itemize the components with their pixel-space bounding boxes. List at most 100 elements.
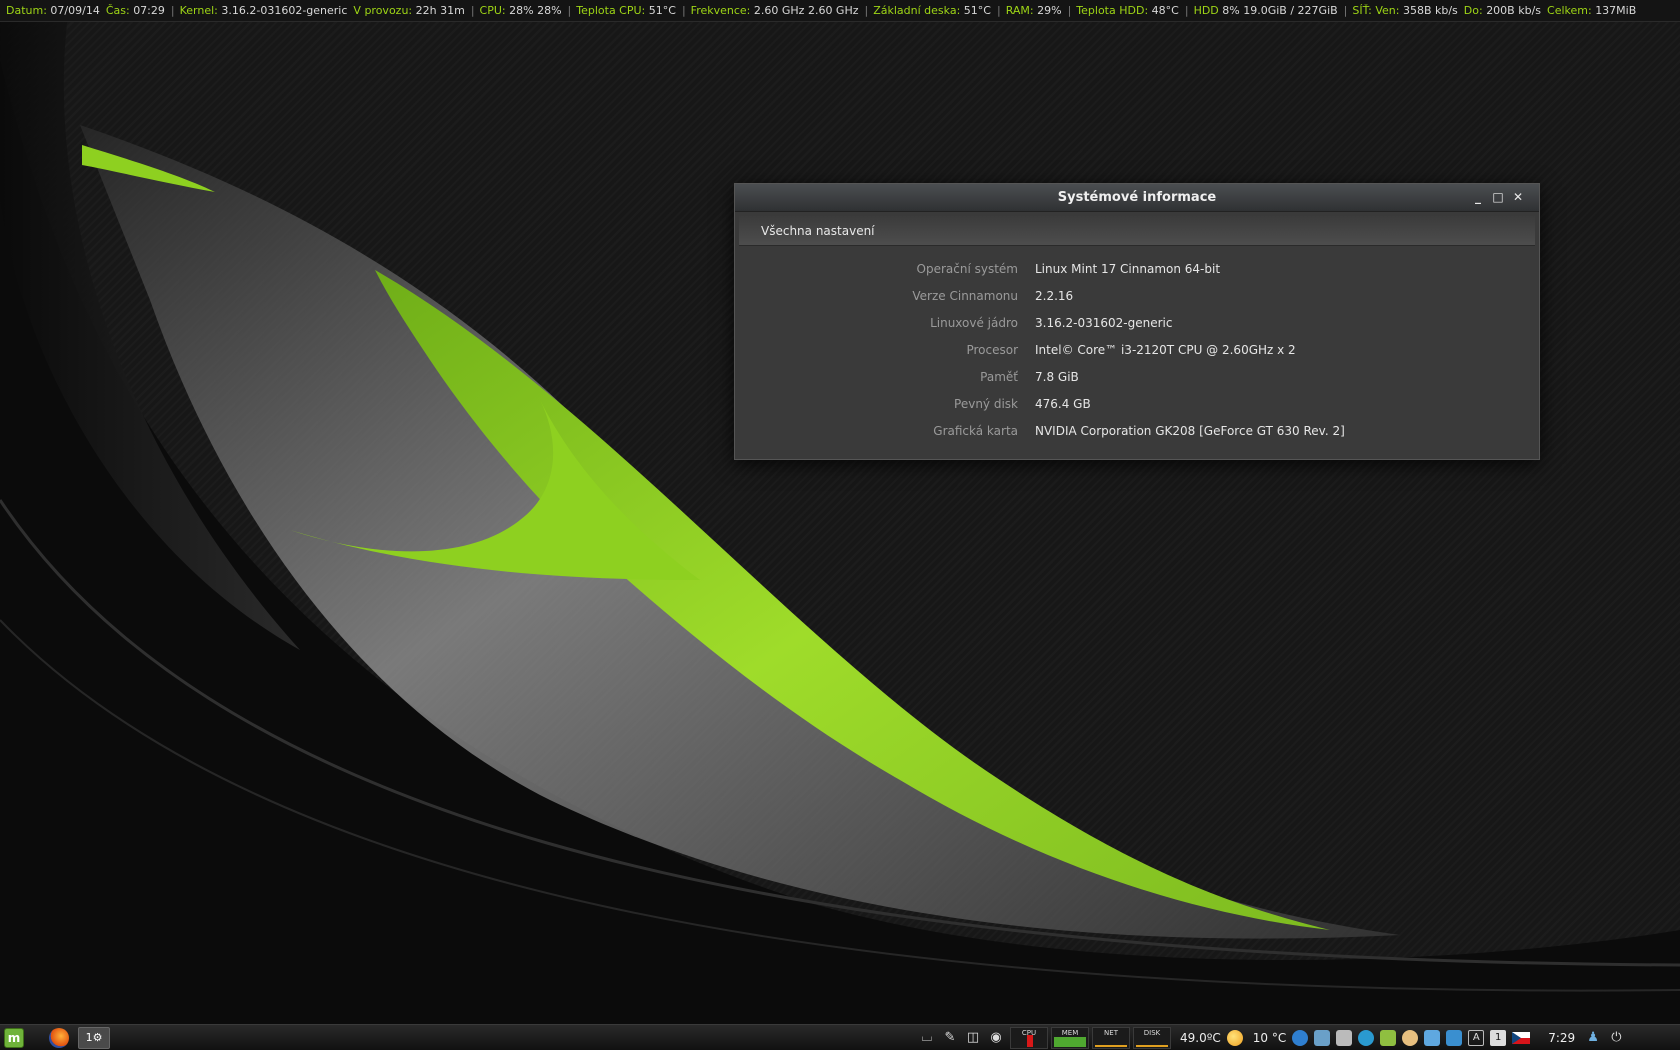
window-titlebar[interactable]: Systémové informace _ □ ✕ [735, 184, 1539, 212]
notes-icon[interactable]: ✎ [941, 1029, 959, 1047]
uptime-label: V provozu: [353, 4, 413, 17]
freq-value: 2.60 GHz 2.60 GHz [753, 4, 859, 17]
keyboard-layout-indicator[interactable]: A [1468, 1030, 1485, 1046]
separator: | [567, 4, 572, 17]
maximize-button[interactable]: □ [1491, 189, 1505, 205]
shield-icon[interactable] [1380, 1030, 1397, 1046]
hdd-value: 8% 19.0GiB / 227GiB [1222, 4, 1338, 17]
net-down-value: 200B kb/s [1486, 4, 1542, 17]
info-row-os: Operační systém Linux Mint 17 Cinnamon 6… [735, 255, 1539, 282]
task-number: 1 [85, 1030, 93, 1044]
display-icon[interactable] [1446, 1030, 1463, 1046]
info-value: 2.2.16 [1035, 288, 1074, 303]
hdd-temp-value: 48°C [1151, 4, 1179, 17]
hdd-temp-label: Teplota HDD: [1076, 4, 1149, 17]
separator: | [1343, 4, 1348, 17]
all-settings-button[interactable]: Všechna nastavení [761, 224, 875, 238]
info-row-processor: Procesor Intel© Core™ i3-2120T CPU @ 2.6… [735, 336, 1539, 363]
disc-icon[interactable]: ◉ [987, 1029, 1005, 1047]
close-button[interactable]: ✕ [1511, 189, 1525, 205]
net-graph-label: NET [1104, 1029, 1118, 1037]
ram-value: 29% [1037, 4, 1062, 17]
system-tray: ⌴ ✎ ◫ ◉ CPU MEM NET DISK 49.0ºC 10 °C A [918, 1025, 1627, 1050]
mb-value: 51°C [963, 4, 991, 17]
net-graph[interactable]: NET [1092, 1027, 1130, 1049]
kernel-value: 3.16.2-031602-generic [221, 4, 348, 17]
temperature-readout[interactable]: 49.0ºC [1180, 1031, 1221, 1045]
info-row-cinnamon: Verze Cinnamonu 2.2.16 [735, 282, 1539, 309]
info-row-kernel: Linuxové jádro 3.16.2-031602-generic [735, 309, 1539, 336]
weather-sun-icon[interactable] [1226, 1030, 1243, 1046]
cpu-value: 28% 28% [509, 4, 562, 17]
cas-label: Čas: [105, 4, 130, 17]
firefox-launcher[interactable] [46, 1027, 72, 1049]
info-value: Intel© Core™ i3-2120T CPU @ 2.60GHz x 2 [1035, 342, 1296, 357]
separator: | [996, 4, 1001, 17]
net-graph-bar [1095, 1045, 1127, 1047]
info-row-disk: Pevný disk 476.4 GB [735, 390, 1539, 417]
czech-flag-icon[interactable] [1512, 1032, 1531, 1044]
disk-graph-label: DISK [1143, 1029, 1161, 1037]
workspace-switcher[interactable]: 1 [1490, 1030, 1507, 1046]
minimize-button[interactable]: _ [1471, 189, 1485, 205]
cpu-graph-bar [1027, 1035, 1033, 1047]
info-value: Linux Mint 17 Cinnamon 64-bit [1035, 261, 1221, 276]
update-icon[interactable] [1402, 1030, 1419, 1046]
hdd-label: HDD [1193, 4, 1219, 17]
window-controls: _ □ ✕ [1471, 189, 1525, 205]
bottom-panel: m 1⚙ ⌴ ✎ ◫ ◉ CPU MEM NET DISK 49.0ºC 10 … [0, 1024, 1680, 1050]
power-icon[interactable]: ⏻ [1611, 1030, 1627, 1046]
separator: | [681, 4, 686, 17]
rss-feed-icon[interactable]: ◫ [964, 1029, 982, 1047]
panel-clock[interactable]: 7:29 [1548, 1031, 1575, 1045]
freq-label: Frekvence: [690, 4, 751, 17]
info-key: Grafická karta [933, 423, 1018, 438]
system-info-window: Systémové informace _ □ ✕ Všechna nastav… [734, 183, 1540, 460]
cpu-label: CPU: [479, 4, 506, 17]
info-key: Operační systém [916, 261, 1018, 276]
info-key: Verze Cinnamonu [912, 288, 1018, 303]
info-key: Paměť [980, 369, 1018, 384]
user-icon[interactable]: ♟ [1587, 1030, 1601, 1046]
conky-status-bar: Datum: 07/09/14 Čas: 07:29 | Kernel: 3.16… [0, 0, 1680, 22]
info-row-memory: Paměť 7.8 GiB [735, 363, 1539, 390]
disk-graph-bar [1136, 1045, 1168, 1047]
uptime-value: 22h 31m [415, 4, 465, 17]
desktop-wallpaper [0, 0, 1680, 1050]
info-value: 476.4 GB [1035, 396, 1091, 411]
info-key: Linuxové jádro [930, 315, 1018, 330]
weather-readout[interactable]: 10 °C [1253, 1031, 1286, 1045]
separator: | [1184, 4, 1189, 17]
info-list: Operační systém Linux Mint 17 Cinnamon 6… [735, 246, 1539, 444]
disk-graph[interactable]: DISK [1133, 1027, 1171, 1049]
paper-plane-icon[interactable] [1336, 1030, 1353, 1046]
mint-menu-icon[interactable]: m [4, 1027, 24, 1048]
browser-app-icon[interactable] [1292, 1030, 1309, 1046]
net-up-label: SÍŤ: Ven: [1352, 4, 1400, 17]
network-icon[interactable] [1358, 1030, 1375, 1046]
taskbar-item-system-info[interactable]: 1⚙ [78, 1026, 110, 1049]
separator: | [470, 4, 475, 17]
scissors-icon[interactable] [1314, 1030, 1331, 1046]
mem-graph-bar [1054, 1037, 1086, 1047]
show-desktop-icon[interactable]: ⌴ [918, 1029, 936, 1047]
cpu-temp-label: Teplota CPU: [576, 4, 646, 17]
info-value: 3.16.2-031602-generic [1035, 315, 1173, 330]
window-title: Systémové informace [1057, 190, 1217, 205]
net-total-value: 137MiB [1595, 4, 1637, 17]
settings-toolbar: Všechna nastavení [739, 216, 1535, 246]
cas-value: 07:29 [133, 4, 165, 17]
net-up-value: 358B kb/s [1402, 4, 1458, 17]
net-total-label: Celkem: [1547, 4, 1592, 17]
mem-graph-label: MEM [1061, 1029, 1079, 1037]
kernel-label: Kernel: [179, 4, 218, 17]
separator: | [1067, 4, 1072, 17]
info-row-graphics: Grafická karta NVIDIA Corporation GK208 … [735, 417, 1539, 444]
info-value: NVIDIA Corporation GK208 [GeForce GT 630… [1035, 423, 1345, 438]
cpu-graph[interactable]: CPU [1010, 1027, 1048, 1049]
mem-graph[interactable]: MEM [1051, 1027, 1089, 1049]
separator: | [864, 4, 869, 17]
info-key: Pevný disk [954, 396, 1018, 411]
volume-icon[interactable] [1424, 1030, 1441, 1046]
net-down-label: Do: [1463, 4, 1483, 17]
